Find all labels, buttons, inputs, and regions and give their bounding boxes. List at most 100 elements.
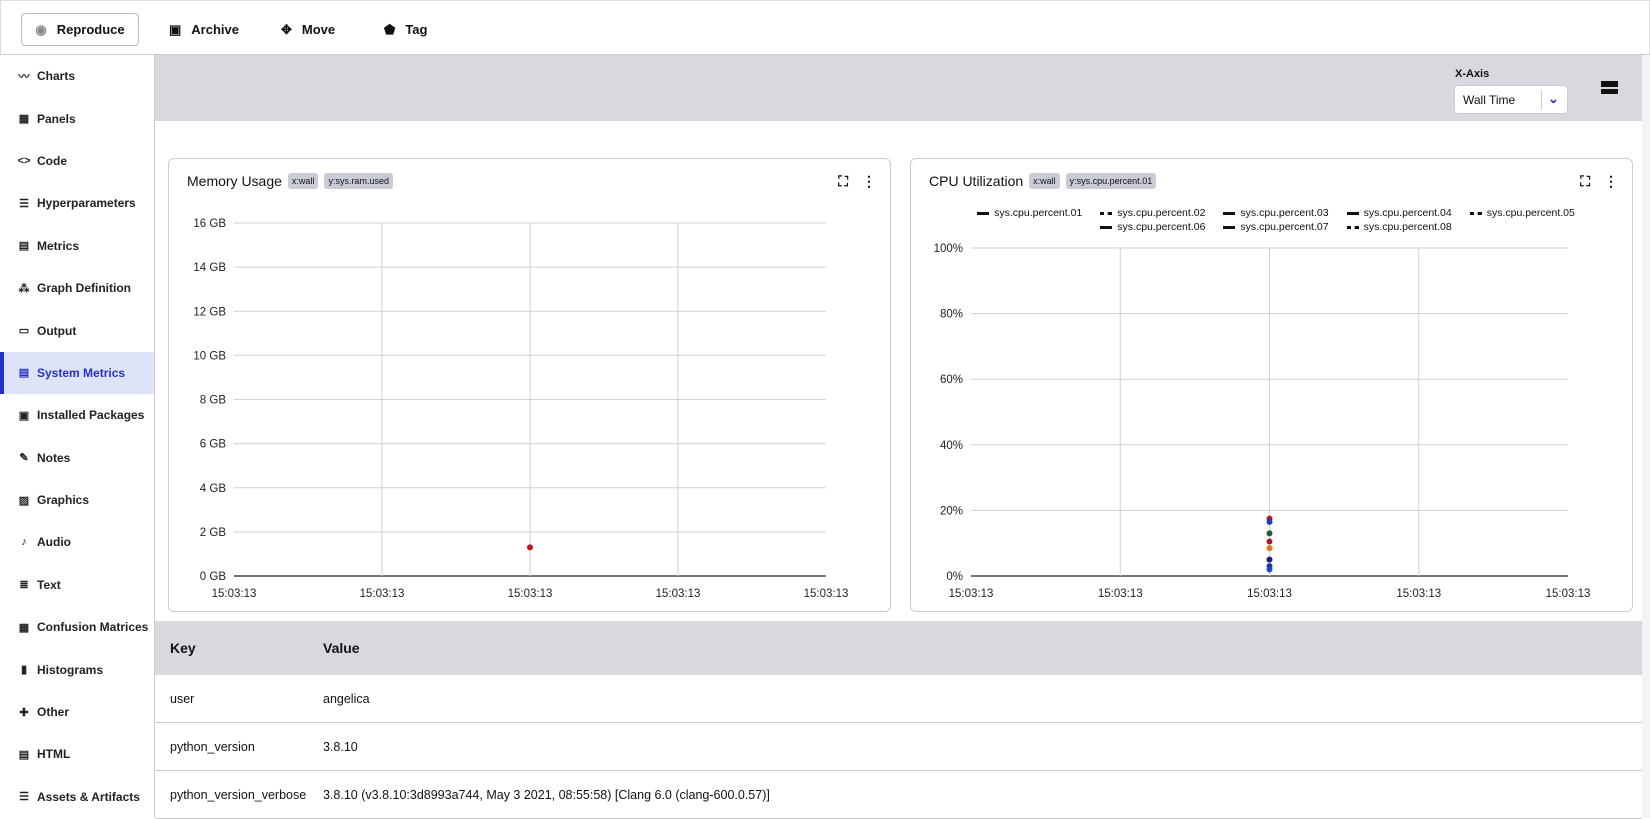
y-tick-label: 12 GB — [193, 306, 226, 318]
metrics-icon: ▤ — [18, 240, 30, 253]
x-tick-label: 15:03:13 — [949, 588, 994, 600]
x-tick-label: 15:03:13 — [360, 588, 405, 600]
chart-line-icon: 〰 — [18, 71, 30, 84]
scrollbar[interactable] — [1642, 55, 1650, 818]
data-point[interactable] — [1266, 545, 1273, 552]
x-tick-label: 15:03:13 — [212, 588, 257, 600]
bar-chart-icon: ▮ — [20, 664, 28, 677]
image-icon: ▨ — [18, 494, 30, 507]
x-tick-label: 15:03:13 — [1396, 588, 1441, 600]
cpu-utilization-chart: CPU Utilization x:wall y:sys.cpu.percent.0… — [910, 158, 1633, 612]
sidebar-item-notes[interactable]: ✎ Notes — [0, 437, 154, 479]
y-tick-label: 80% — [940, 309, 963, 321]
graph-icon: ⁂ — [18, 282, 30, 295]
sidebar-item-metrics[interactable]: ▤ Metrics — [0, 225, 154, 267]
list-icon: ☰ — [19, 791, 29, 804]
sidebar-item-label: Panels — [37, 111, 76, 126]
y-tick-label: 14 GB — [193, 262, 226, 274]
table-header: Key Value — [155, 621, 1642, 675]
sidebar-item-charts[interactable]: 〰 Charts — [0, 55, 154, 97]
xaxis-select[interactable]: Wall Time ⌄ — [1454, 85, 1568, 114]
x-tick-label: 15:03:13 — [1098, 588, 1143, 600]
y-tick-label: 0% — [946, 571, 963, 583]
sidebar-item-label: Confusion Matrices — [37, 620, 149, 635]
sidebar-item-label: Notes — [37, 450, 71, 465]
y-tick-label: 8 GB — [200, 395, 227, 407]
sidebar-item-label: Assets & Artifacts — [37, 789, 140, 804]
tag-icon: ⬟ — [384, 21, 396, 37]
sidebar-item-audio[interactable]: ♪ Audio — [0, 521, 154, 563]
fingerprint-icon: ◉ — [35, 21, 47, 37]
plot-area: 0% 20% 40% 60% 80% 100% 15:03:13 15:03:13 15:03:… — [934, 243, 1591, 600]
sidebar-item-other[interactable]: ✚ Other — [0, 691, 154, 733]
briefcase-icon: ▣ — [18, 409, 30, 422]
reproduce-button[interactable]: ◉ Reproduce — [21, 13, 139, 46]
data-point[interactable] — [1266, 556, 1273, 563]
sidebar-item-assets-artifacts[interactable]: ☰ Assets & Artifacts — [0, 776, 154, 818]
sidebar-item-histograms[interactable]: ▮ Histograms — [0, 648, 154, 690]
sidebar-item-label: Audio — [37, 535, 71, 550]
sidebar-item-output[interactable]: ▭ Output — [0, 309, 154, 351]
text-icon: ≣ — [19, 579, 29, 592]
table-row: python_version_verbose 3.8.10 (v3.8.10:3d… — [155, 771, 1642, 819]
move-button[interactable]: ✥ Move — [263, 13, 353, 46]
data-point[interactable] — [527, 544, 533, 551]
layout-toggle-icon[interactable] — [1601, 81, 1618, 94]
list-icon: ☰ — [19, 197, 29, 210]
x-tick-label: 15:03:13 — [1546, 588, 1591, 600]
music-note-icon: ♪ — [21, 536, 27, 549]
sidebar-item-html[interactable]: ▤ HTML — [0, 733, 154, 775]
sidebar-item-system-metrics[interactable]: ▤ System Metrics — [0, 351, 154, 395]
data-point[interactable] — [1266, 566, 1273, 573]
move-icon: ✥ — [281, 21, 292, 37]
data-point[interactable] — [1266, 518, 1273, 525]
archive-button[interactable]: ▣ Archive — [151, 13, 257, 46]
toolbar: ◉ Reproduce ▣ Archive ✥ Move ⬟ Tag — [0, 0, 1650, 55]
tag-button[interactable]: ⬟ Tag — [366, 13, 445, 46]
x-tick-label: 15:03:13 — [508, 588, 553, 600]
xaxis-label: X-Axis — [1455, 68, 1490, 80]
sidebar-item-label: Metrics — [37, 238, 80, 253]
sidebar-item-label: System Metrics — [37, 365, 126, 380]
sidebar-item-label: Histograms — [37, 662, 104, 677]
panels-icon: ▦ — [18, 113, 30, 126]
laptop-icon: ▭ — [18, 325, 30, 338]
sidebar-item-panels[interactable]: ▦ Panels — [0, 97, 154, 139]
value-cell: 3.8.10 (v3.8.10:3d8993a744, May 3 2021, … — [323, 787, 770, 802]
sidebar-item-confusion-matrices[interactable]: ▦ Confusion Matrices — [0, 606, 154, 648]
puzzle-icon: ✚ — [19, 706, 29, 719]
key-cell: python_version — [170, 739, 255, 754]
sidebar-item-graphics[interactable]: ▨ Graphics — [0, 479, 154, 521]
memory-usage-chart: Memory Usage x:wall y:sys.ram.used ⛶ ⋮ 0 GB… — [168, 158, 891, 612]
y-tick-label: 40% — [940, 440, 963, 452]
sidebar-item-label: Graph Definition — [37, 281, 131, 296]
y-tick-label: 20% — [940, 505, 963, 517]
grid-icon: ▦ — [18, 621, 30, 634]
chart-controls-bar — [155, 55, 1642, 121]
code-icon: <> — [17, 154, 31, 167]
pencil-icon: ✎ — [19, 452, 29, 465]
plot-area: 0 GB 2 GB 4 GB 6 GB 8 GB 10 GB 12 GB 14 GB 16 GB… — [193, 218, 849, 600]
key-cell: python_version_verbose — [170, 787, 307, 802]
x-tick-label: 15:03:13 — [656, 588, 701, 600]
server-icon: ▤ — [18, 367, 30, 380]
y-tick-label: 100% — [934, 243, 963, 255]
x-tick-label: 15:03:13 — [804, 588, 849, 600]
y-tick-label: 60% — [940, 374, 963, 386]
sidebar-item-label: Code — [37, 153, 67, 168]
y-tick-label: 0 GB — [200, 571, 227, 583]
data-point[interactable] — [1266, 538, 1273, 545]
sidebar-item-label: Graphics — [37, 493, 90, 508]
y-tick-label: 2 GB — [200, 527, 227, 539]
table-row: python_version 3.8.10 — [155, 723, 1642, 771]
sidebar-item-hyperparameters[interactable]: ☰ Hyperparameters — [0, 182, 154, 224]
sidebar-item-graph-definition[interactable]: ⁂ Graph Definition — [0, 267, 154, 309]
data-point[interactable] — [1266, 530, 1273, 537]
sidebar-item-text[interactable]: ≣ Text — [0, 564, 154, 606]
table-row: user angelica — [155, 675, 1642, 723]
sidebar-item-installed-packages[interactable]: ▣ Installed Packages — [0, 394, 154, 436]
sidebar-item-code[interactable]: <> Code — [0, 140, 154, 182]
sidebar-item-label: Other — [37, 705, 70, 720]
chevron-down-icon: ⌄ — [1548, 91, 1559, 106]
value-cell: 3.8.10 — [323, 739, 358, 754]
